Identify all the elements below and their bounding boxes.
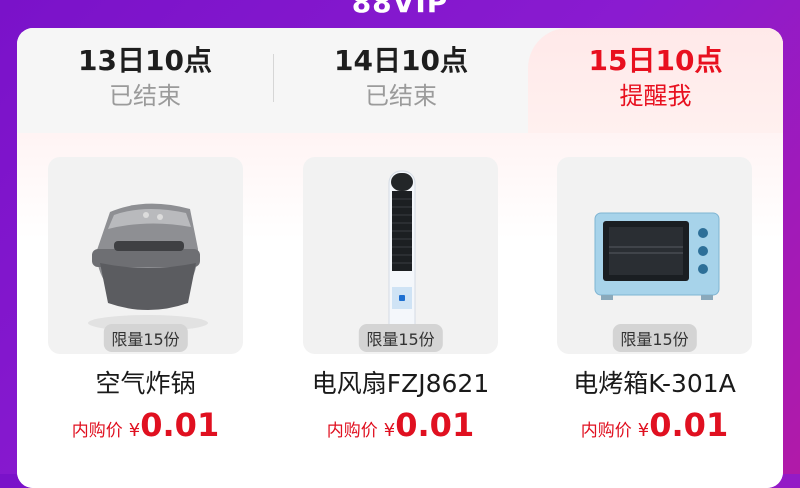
- tab-status: 已结束: [109, 82, 181, 110]
- tab-status: 已结束: [365, 82, 437, 110]
- tab-date: 13日10点: [78, 44, 212, 77]
- session-tabs: 13日10点 已结束 14日10点 已结束 15日10点 提醒我: [17, 28, 783, 133]
- product-image-air-fryer[interactable]: 限量15份: [48, 157, 243, 354]
- product-image-fan[interactable]: 限量15份: [303, 157, 498, 354]
- price-value: 0.01: [395, 406, 475, 444]
- price-value: 0.01: [140, 406, 220, 444]
- flash-sale-card: 13日10点 已结束 14日10点 已结束 15日10点 提醒我 限量15份 空…: [17, 28, 783, 488]
- currency-symbol: ¥: [383, 420, 396, 441]
- limit-badge: 限量15份: [358, 324, 443, 352]
- tab-date: 14日10点: [334, 44, 468, 77]
- product-name: 电风扇FZJ8621: [311, 369, 490, 398]
- product-card[interactable]: 限量15份 电风扇FZJ8621 内购价 ¥0.01: [303, 157, 498, 444]
- product-name: 电烤箱K-301A: [573, 369, 736, 398]
- currency-symbol: ¥: [128, 420, 141, 441]
- product-card[interactable]: 限量15份 电烤箱K-301A 内购价 ¥0.01: [557, 157, 752, 444]
- remind-me-button[interactable]: 提醒我: [528, 82, 783, 110]
- product-list: 限量15份 空气炸锅 内购价 ¥0.01 限量15份 电风扇FZJ8621 内购…: [17, 133, 783, 488]
- tab-13[interactable]: 13日10点 已结束: [17, 28, 273, 133]
- page-title: 88VIP: [351, 0, 449, 19]
- tab-date: 15日10点: [588, 44, 723, 77]
- limit-badge: 限量15份: [612, 324, 697, 352]
- price-value: 0.01: [649, 406, 729, 444]
- tab-14[interactable]: 14日10点 已结束: [274, 28, 528, 133]
- product-price: 内购价 ¥0.01: [557, 406, 752, 444]
- limit-badge: 限量15份: [103, 324, 188, 352]
- product-price: 内购价 ¥0.01: [303, 406, 498, 444]
- product-price: 内购价 ¥0.01: [48, 406, 243, 444]
- currency-symbol: ¥: [637, 420, 650, 441]
- price-label: 内购价: [71, 421, 123, 441]
- price-label: 内购价: [326, 421, 378, 441]
- product-card[interactable]: 限量15份 空气炸锅 内购价 ¥0.01: [48, 157, 243, 444]
- price-label: 内购价: [580, 421, 632, 441]
- product-image-oven[interactable]: 限量15份: [557, 157, 752, 354]
- tab-15-active[interactable]: 15日10点 提醒我: [528, 28, 783, 133]
- product-name: 空气炸锅: [95, 369, 196, 398]
